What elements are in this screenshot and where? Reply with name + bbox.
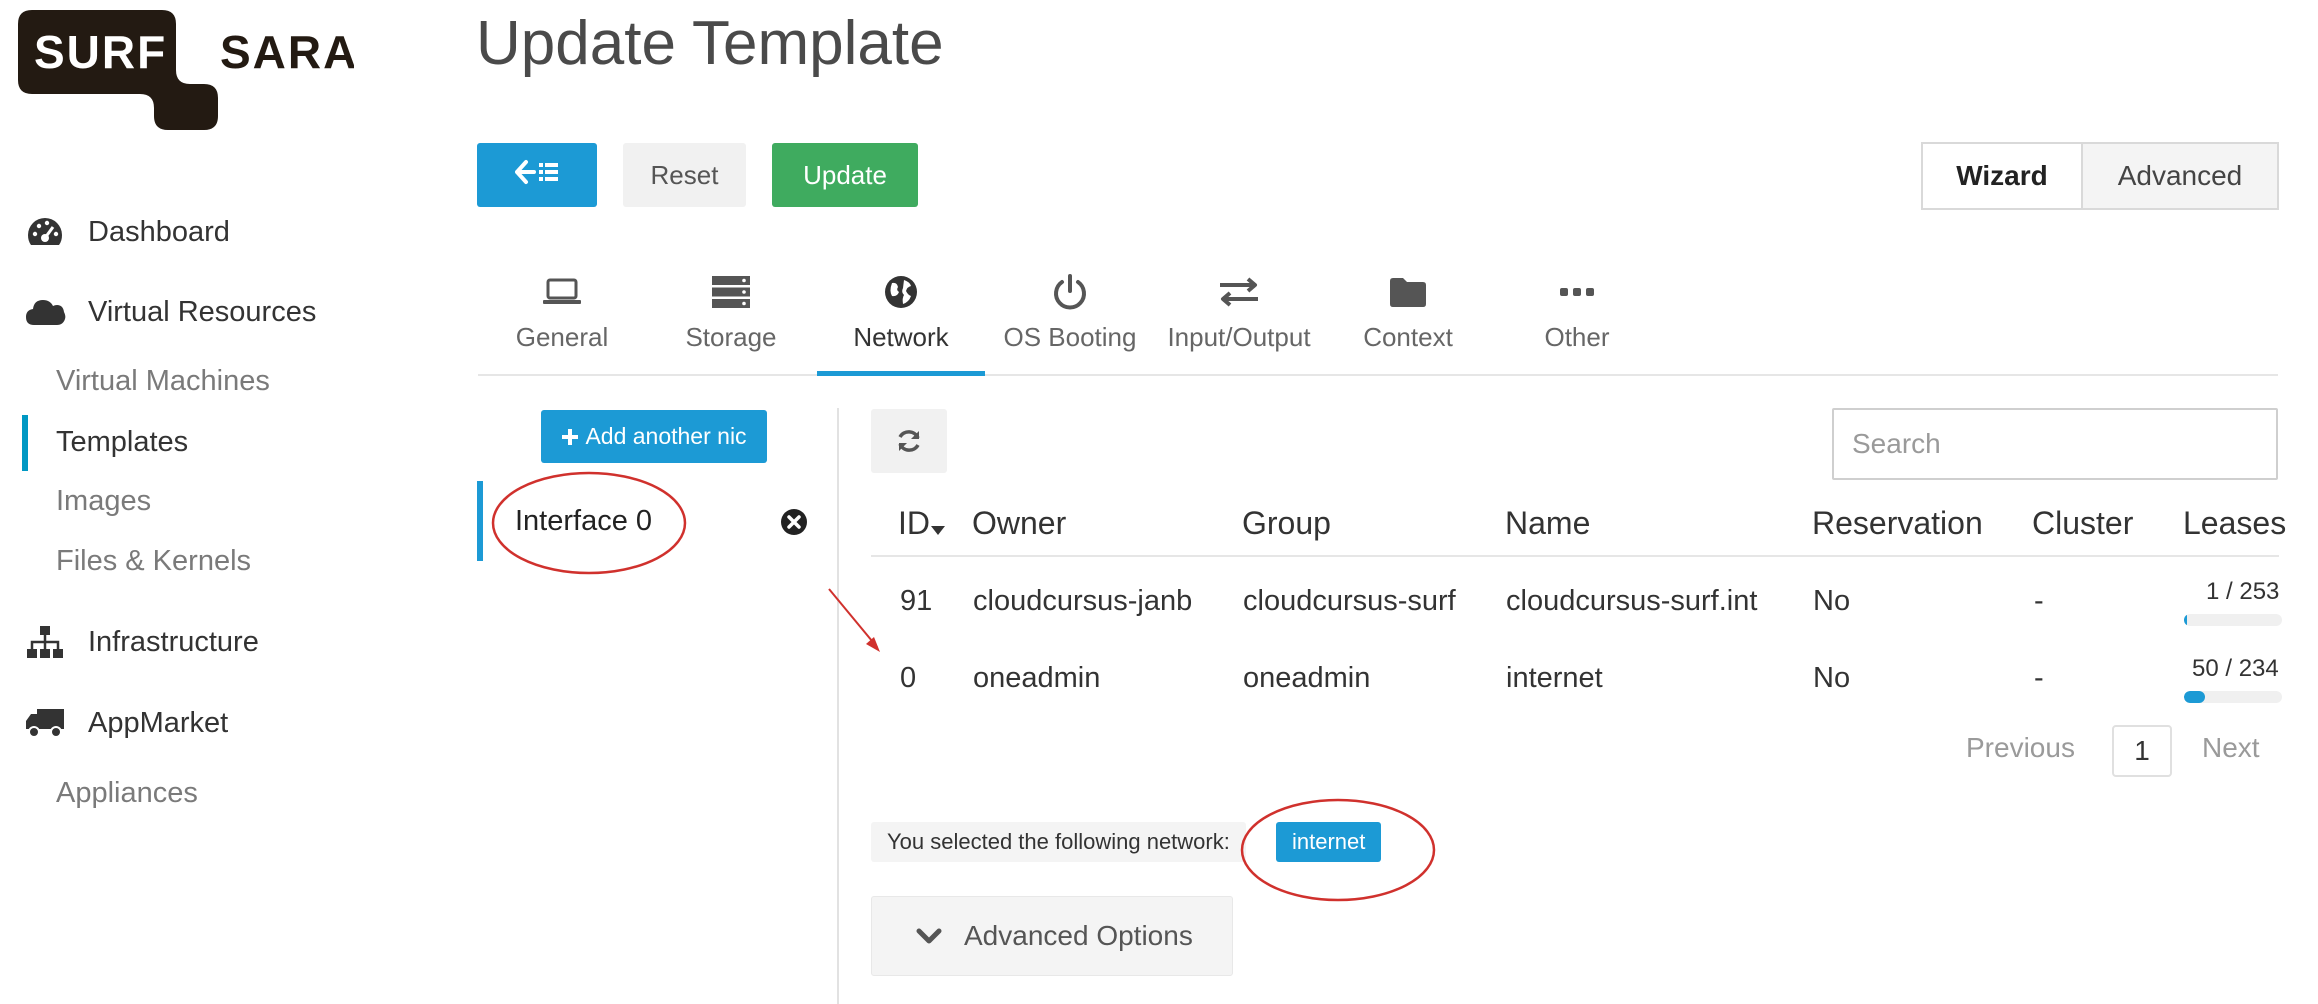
column-header-owner[interactable]: Owner bbox=[972, 505, 1066, 542]
pagination-next[interactable]: Next bbox=[2202, 732, 2260, 764]
page-title: Update Template bbox=[476, 9, 944, 78]
power-icon bbox=[1052, 268, 1088, 316]
surfsara-logo: SURF SARA bbox=[18, 10, 354, 130]
cloud-icon bbox=[24, 291, 66, 333]
sidebar-item-virtual-machines[interactable]: Virtual Machines bbox=[56, 358, 270, 404]
sidebar-item-appmarket[interactable]: AppMarket bbox=[24, 698, 228, 748]
refresh-icon bbox=[896, 428, 922, 454]
cell-name: cloudcursus-surf.int bbox=[1506, 585, 1758, 617]
tab-os-booting[interactable]: OS Booting bbox=[986, 262, 1154, 376]
sidebar-item-dashboard[interactable]: Dashboard bbox=[24, 207, 230, 257]
column-divider bbox=[837, 408, 839, 1004]
plus-icon bbox=[561, 428, 579, 446]
refresh-button[interactable] bbox=[871, 409, 947, 473]
laptop-icon bbox=[542, 268, 582, 316]
pagination-previous[interactable]: Previous bbox=[1966, 732, 2075, 764]
wizard-mode-button[interactable]: Wizard bbox=[1921, 142, 2083, 210]
leases-progress-fill bbox=[2184, 691, 2205, 703]
column-header-id[interactable]: ID bbox=[898, 505, 946, 544]
column-header-cluster[interactable]: Cluster bbox=[2032, 505, 2133, 542]
folder-icon bbox=[1388, 268, 1428, 316]
cell-reservation: No bbox=[1813, 662, 1851, 694]
cell-owner: cloudcursus-janb bbox=[973, 585, 1193, 617]
cell-leases: 50 / 234 bbox=[2192, 655, 2279, 682]
sidebar-item-images[interactable]: Images bbox=[56, 478, 151, 524]
cell-cluster: - bbox=[2034, 662, 2044, 694]
cell-name: internet bbox=[1506, 662, 1603, 694]
svg-text:SURF: SURF bbox=[34, 26, 167, 78]
tab-other[interactable]: Other bbox=[1493, 262, 1661, 376]
sidebar-item-virtual-resources[interactable]: Virtual Resources bbox=[24, 287, 316, 337]
tab-network[interactable]: Network bbox=[817, 262, 985, 376]
cell-reservation: No bbox=[1813, 585, 1851, 617]
ellipsis-icon bbox=[1559, 268, 1595, 316]
tab-general[interactable]: General bbox=[478, 262, 646, 376]
sidebar-item-label: Virtual Resources bbox=[88, 295, 317, 328]
advanced-options-toggle[interactable]: Advanced Options bbox=[871, 896, 1233, 976]
cell-group: cloudcursus-surf bbox=[1243, 585, 1456, 617]
tab-storage[interactable]: Storage bbox=[647, 262, 815, 376]
update-button[interactable]: Update bbox=[772, 143, 918, 207]
pagination-page[interactable]: 1 bbox=[2112, 725, 2172, 777]
truck-icon bbox=[24, 702, 66, 744]
sidebar-item-templates[interactable]: Templates bbox=[56, 419, 188, 465]
nic-interface-label: Interface 0 bbox=[515, 504, 653, 537]
sidebar-item-files-kernels[interactable]: Files & Kernels bbox=[56, 538, 251, 584]
dashboard-icon bbox=[24, 211, 66, 253]
mode-toggle: Wizard Advanced bbox=[1921, 142, 2279, 210]
cell-id: 91 bbox=[900, 585, 933, 617]
globe-icon bbox=[883, 268, 919, 316]
sidebar-item-label: Infrastructure bbox=[88, 625, 259, 658]
arrow-left-list-icon bbox=[515, 159, 559, 192]
cell-cluster: - bbox=[2034, 585, 2044, 617]
reset-button[interactable]: Reset bbox=[623, 143, 746, 207]
add-nic-button[interactable]: Add another nic bbox=[541, 410, 767, 463]
sitemap-icon bbox=[24, 621, 66, 663]
sidebar-item-appliances[interactable]: Appliances bbox=[56, 770, 198, 816]
cell-owner: oneadmin bbox=[973, 662, 1101, 694]
cell-leases: 1 / 253 bbox=[2206, 578, 2280, 605]
chevron-down-icon bbox=[916, 928, 942, 944]
sidebar-item-label: AppMarket bbox=[88, 706, 229, 739]
column-header-reservation[interactable]: Reservation bbox=[1812, 505, 1983, 542]
cell-group: oneadmin bbox=[1243, 662, 1371, 694]
leases-progress-bar bbox=[2184, 691, 2282, 703]
column-header-leases[interactable]: Leases bbox=[2183, 505, 2286, 542]
table-header-divider bbox=[871, 555, 2279, 557]
template-tabs: General Storage Network OS Booting Input… bbox=[478, 262, 2278, 376]
tab-input-output[interactable]: Input/Output bbox=[1155, 262, 1323, 376]
leases-progress-bar bbox=[2184, 614, 2282, 626]
selected-network-text: You selected the following network: bbox=[871, 822, 1246, 862]
sidebar-active-indicator bbox=[22, 415, 28, 471]
exchange-icon bbox=[1218, 268, 1260, 316]
nic-interface-item[interactable]: Interface 0 bbox=[477, 481, 827, 561]
add-nic-label: Add another nic bbox=[585, 423, 747, 449]
selected-network-badge: internet bbox=[1276, 822, 1382, 862]
sidebar-item-label: Dashboard bbox=[88, 215, 230, 248]
search-input[interactable] bbox=[1832, 408, 2278, 480]
back-to-list-button[interactable] bbox=[477, 143, 597, 207]
advanced-options-label: Advanced Options bbox=[964, 920, 1193, 951]
tab-context[interactable]: Context bbox=[1324, 262, 1492, 376]
column-header-name[interactable]: Name bbox=[1505, 505, 1590, 542]
sort-desc-icon bbox=[930, 507, 946, 544]
column-header-group[interactable]: Group bbox=[1242, 505, 1331, 542]
remove-nic-icon[interactable] bbox=[780, 508, 808, 536]
cell-id: 0 bbox=[900, 662, 917, 694]
svg-text:SARA: SARA bbox=[220, 26, 354, 78]
advanced-mode-button[interactable]: Advanced bbox=[2083, 142, 2279, 210]
sidebar-item-infrastructure[interactable]: Infrastructure bbox=[24, 617, 259, 667]
storage-icon bbox=[711, 268, 751, 316]
